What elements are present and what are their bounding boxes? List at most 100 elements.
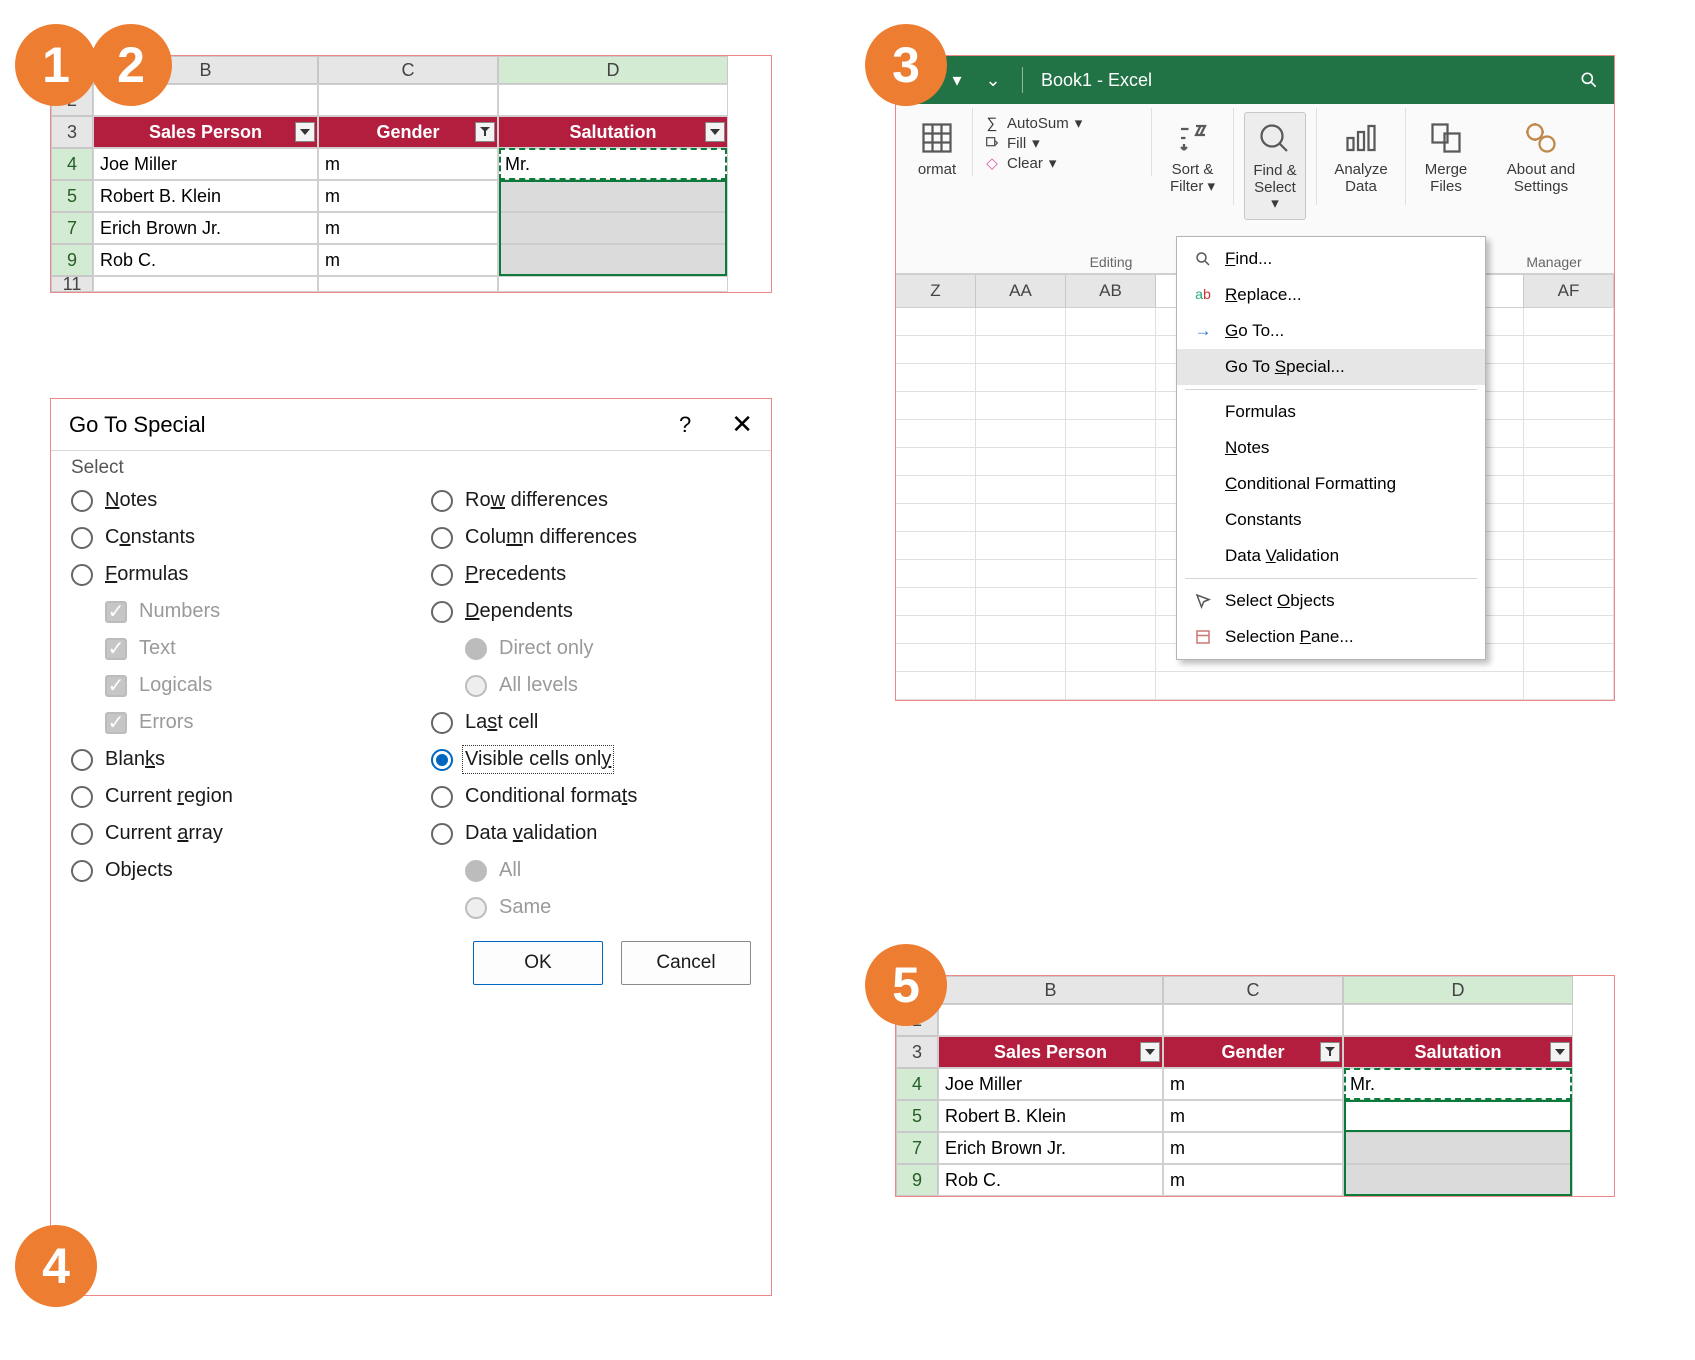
radio-precedents[interactable]: Precedents <box>431 563 751 586</box>
menu-item-find[interactable]: Find... <box>1177 241 1485 277</box>
cell[interactable]: Rob C. <box>938 1164 1163 1196</box>
menu-item-cond-formatting[interactable]: Conditional Formatting <box>1177 466 1485 502</box>
clear-button[interactable]: ◇ Clear ▾ <box>983 154 1141 172</box>
cell[interactable]: m <box>1163 1132 1343 1164</box>
cell[interactable] <box>1343 1132 1573 1164</box>
row-header[interactable]: 3 <box>896 1036 938 1068</box>
cell[interactable] <box>93 276 318 292</box>
cell[interactable] <box>498 212 728 244</box>
menu-item-replace[interactable]: ab Replace... <box>1177 277 1485 313</box>
col-header-c[interactable]: C <box>1163 976 1343 1004</box>
filter-button[interactable] <box>295 122 315 142</box>
radio-current-region[interactable]: Current region <box>71 785 391 808</box>
filter-button-active[interactable] <box>1320 1042 1340 1062</box>
cell[interactable]: Rob C. <box>93 244 318 276</box>
cell[interactable]: Mr. <box>1343 1068 1573 1100</box>
cell[interactable]: Robert B. Klein <box>93 180 318 212</box>
autosum-button[interactable]: ∑ AutoSum ▾ <box>983 114 1141 132</box>
format-button[interactable]: ormat <box>912 112 962 185</box>
col-header-aa[interactable]: AA <box>976 275 1066 307</box>
cell[interactable] <box>318 84 498 116</box>
cell[interactable] <box>498 244 728 276</box>
cell[interactable]: m <box>1163 1068 1343 1100</box>
cell[interactable]: Erich Brown Jr. <box>93 212 318 244</box>
radio-current-array[interactable]: Current array <box>71 822 391 845</box>
menu-item-select-objects[interactable]: Select Objects <box>1177 583 1485 619</box>
cell[interactable]: Mr. <box>498 148 728 180</box>
cell[interactable] <box>498 276 728 292</box>
radio-dependents[interactable]: Dependents <box>431 600 751 623</box>
cell[interactable]: m <box>1163 1100 1343 1132</box>
sort-filter-button[interactable]: Sort &Filter ▾ <box>1162 112 1223 201</box>
radio-formulas[interactable]: Formulas <box>71 563 391 586</box>
table-header-salutation[interactable]: Salutation <box>498 116 728 148</box>
cell[interactable]: m <box>318 212 498 244</box>
row-header[interactable]: 4 <box>896 1068 938 1100</box>
cell[interactable] <box>1163 1004 1343 1036</box>
row-header[interactable]: 9 <box>51 244 93 276</box>
radio-col-diff[interactable]: Column differences <box>431 526 751 549</box>
col-header-af[interactable]: AF <box>1524 275 1614 307</box>
radio-data-validation[interactable]: Data validation <box>431 822 751 845</box>
cell[interactable]: m <box>318 180 498 212</box>
cell[interactable] <box>938 1004 1163 1036</box>
table-header-sales[interactable]: Sales Person <box>938 1036 1163 1068</box>
col-header-z[interactable]: Z <box>896 275 976 307</box>
radio-visible-cells[interactable]: Visible cells only <box>431 748 751 771</box>
cell[interactable]: Joe Miller <box>93 148 318 180</box>
menu-item-goto[interactable]: → Go To... <box>1177 313 1485 349</box>
col-header-d[interactable]: D <box>1343 976 1573 1004</box>
cell[interactable]: m <box>318 244 498 276</box>
filter-button[interactable] <box>1140 1042 1160 1062</box>
cancel-button[interactable]: Cancel <box>621 941 751 985</box>
table-header-gender[interactable]: Gender <box>318 116 498 148</box>
col-header-ab[interactable]: AB <box>1066 275 1156 307</box>
radio-row-diff[interactable]: Row differences <box>431 489 751 512</box>
cell[interactable] <box>1343 1100 1573 1132</box>
row-header[interactable]: 7 <box>51 212 93 244</box>
table-header-gender[interactable]: Gender <box>1163 1036 1343 1068</box>
cell[interactable] <box>498 84 728 116</box>
table-header-salutation[interactable]: Salutation <box>1343 1036 1573 1068</box>
filter-button[interactable] <box>705 122 725 142</box>
menu-item-notes[interactable]: Notes <box>1177 430 1485 466</box>
radio-cond-formats[interactable]: Conditional formats <box>431 785 751 808</box>
row-header[interactable]: 5 <box>896 1100 938 1132</box>
row-header[interactable]: 11 <box>51 276 93 292</box>
row-header[interactable]: 3 <box>51 116 93 148</box>
row-header[interactable]: 9 <box>896 1164 938 1196</box>
row-header[interactable]: 7 <box>896 1132 938 1164</box>
merge-files-button[interactable]: MergeFiles <box>1416 112 1476 201</box>
qat-dropdown-icon[interactable]: ▾ <box>946 69 968 91</box>
radio-blanks[interactable]: Blanks <box>71 748 391 771</box>
ok-button[interactable]: OK <box>473 941 603 985</box>
col-header-c[interactable]: C <box>318 56 498 84</box>
cell[interactable]: Joe Miller <box>938 1068 1163 1100</box>
search-icon[interactable] <box>1578 69 1600 91</box>
menu-item-constants[interactable]: Constants <box>1177 502 1485 538</box>
radio-last-cell[interactable]: Last cell <box>431 711 751 734</box>
qat-customize-icon[interactable]: ⌄ <box>982 69 1004 91</box>
cell[interactable] <box>318 276 498 292</box>
filter-button-active[interactable] <box>475 122 495 142</box>
table-header-sales[interactable]: Sales Person <box>93 116 318 148</box>
menu-item-formulas[interactable]: Formulas <box>1177 394 1485 430</box>
radio-constants[interactable]: Constants <box>71 526 391 549</box>
radio-notes[interactable]: Notes <box>71 489 391 512</box>
radio-objects[interactable]: Objects <box>71 859 391 882</box>
cell[interactable]: Robert B. Klein <box>938 1100 1163 1132</box>
cell[interactable] <box>1343 1164 1573 1196</box>
cell[interactable]: m <box>1163 1164 1343 1196</box>
row-header[interactable]: 5 <box>51 180 93 212</box>
analyze-data-button[interactable]: AnalyzeData <box>1327 112 1395 201</box>
find-select-button[interactable]: Find &Select ▾ <box>1244 112 1306 220</box>
col-header-b[interactable]: B <box>938 976 1163 1004</box>
col-header-d[interactable]: D <box>498 56 728 84</box>
fill-button[interactable]: Fill ▾ <box>983 134 1141 152</box>
menu-item-data-validation[interactable]: Data Validation <box>1177 538 1485 574</box>
about-settings-button[interactable]: About andSettings <box>1496 112 1586 201</box>
cell[interactable]: m <box>318 148 498 180</box>
row-header[interactable]: 4 <box>51 148 93 180</box>
cell[interactable]: Erich Brown Jr. <box>938 1132 1163 1164</box>
menu-item-selection-pane[interactable]: Selection Pane... <box>1177 619 1485 655</box>
